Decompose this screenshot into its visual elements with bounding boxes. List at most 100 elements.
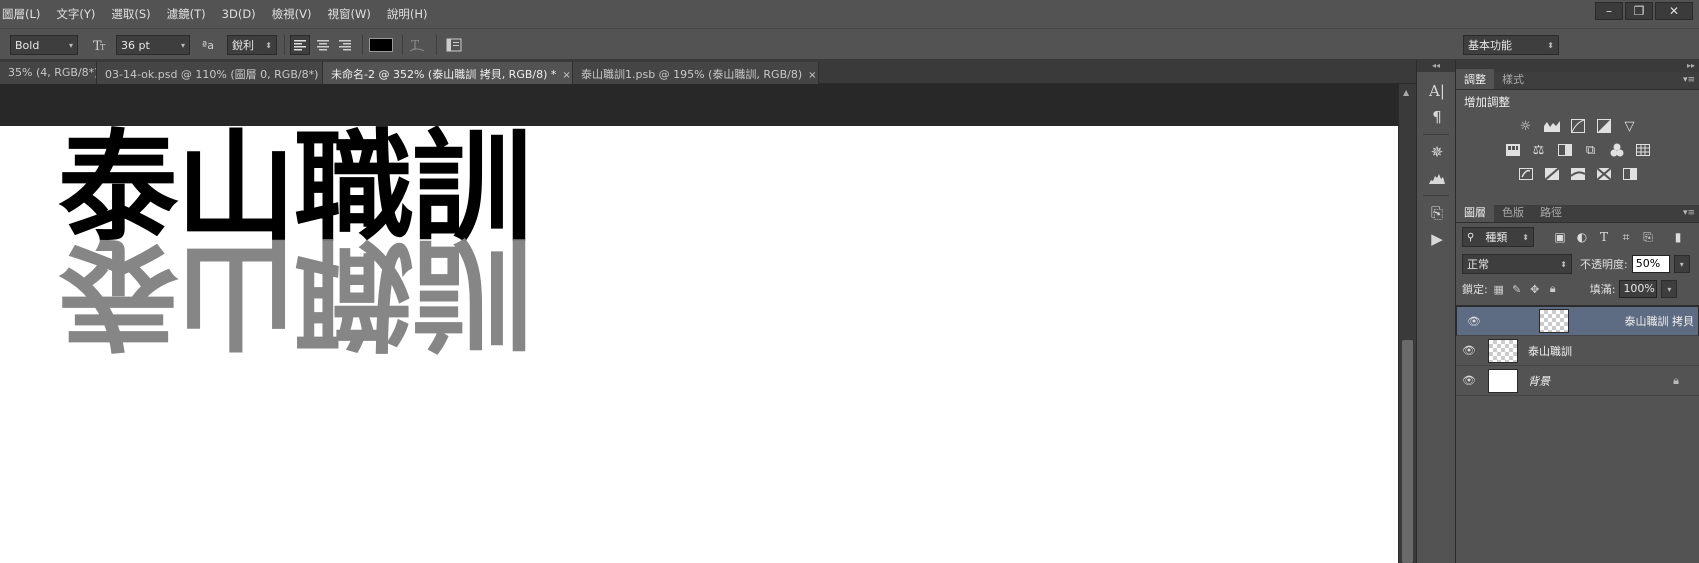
tab-paths[interactable]: 路徑 <box>1532 202 1570 222</box>
document-canvas[interactable]: 泰山職訓 泰山職訓 <box>0 126 1398 563</box>
character-icon[interactable]: A| <box>1417 78 1457 104</box>
workspace-select[interactable]: 基本功能 ⬍ <box>1463 35 1559 55</box>
layer-row[interactable]: 👁︎ 泰山職訓 拷貝 <box>1456 306 1699 336</box>
menu-view[interactable]: 檢視(V) <box>264 6 320 22</box>
updown-caret-icon: ⬍ <box>265 40 272 50</box>
menu-help[interactable]: 說明(H) <box>379 6 436 22</box>
lock-position-icon[interactable]: ✥ <box>1528 282 1542 296</box>
photo-filter-icon[interactable]: ⧉ <box>1582 142 1600 158</box>
eye-icon[interactable]: 👁︎ <box>1456 344 1482 357</box>
lock-paint-icon[interactable]: ✎ <box>1510 282 1524 296</box>
divider <box>436 35 437 55</box>
close-icon[interactable]: × <box>808 70 816 81</box>
menu-window[interactable]: 視窗(W) <box>320 6 379 22</box>
navigator-icon[interactable]: ✵ <box>1417 139 1457 165</box>
layer-name[interactable]: 泰山職訓 <box>1528 343 1572 359</box>
lock-all-icon[interactable]: 🔒︎ <box>1546 282 1560 296</box>
tab-layers[interactable]: 圖層 <box>1456 202 1494 222</box>
tab-styles[interactable]: 樣式 <box>1494 69 1532 89</box>
channel-mixer-icon[interactable] <box>1608 142 1626 158</box>
color-lookup-icon[interactable] <box>1634 142 1652 158</box>
warp-text-icon[interactable]: T <box>407 35 427 55</box>
updown-caret-icon: ⬍ <box>1547 40 1554 50</box>
eye-icon[interactable]: 👁︎ <box>1461 315 1487 328</box>
opacity-dropdown-icon[interactable]: ▾ <box>1673 255 1690 273</box>
menu-bar: 圖層(L) 文字(Y) 選取(S) 濾鏡(T) 3D(D) 檢視(V) 視窗(W… <box>0 0 1699 28</box>
align-left-icon[interactable] <box>290 35 310 55</box>
tab-channels[interactable]: 色版 <box>1494 202 1532 222</box>
actions-play-icon[interactable]: ▶ <box>1417 226 1457 252</box>
selective-color-icon[interactable] <box>1595 166 1613 182</box>
dock-collapse-icon[interactable]: ◂◂ <box>1417 60 1455 72</box>
panel-menu-icon[interactable]: ▾≡ <box>1683 208 1695 218</box>
vibrance-icon[interactable]: ▽ <box>1621 118 1639 134</box>
filter-toggle-icon[interactable]: ▮ <box>1670 229 1686 245</box>
svg-text:T: T <box>100 43 106 52</box>
close-icon[interactable]: × <box>562 70 570 81</box>
history-icon[interactable]: ⎘ <box>1417 200 1457 226</box>
text-color-swatch[interactable] <box>369 38 393 52</box>
font-size-select[interactable]: 36 pt ▾ <box>116 35 190 55</box>
hue-saturation-icon[interactable] <box>1504 142 1522 158</box>
layer-row[interactable]: 👁︎ 背景 🔒︎ <box>1456 366 1699 396</box>
blend-mode-select[interactable]: 正常 ⬍ <box>1462 254 1572 274</box>
antialias-select[interactable]: 銳利 ⬍ <box>227 35 277 55</box>
panel-menu-icon[interactable]: ▾≡ <box>1683 75 1695 85</box>
eye-icon[interactable]: 👁︎ <box>1456 374 1482 387</box>
adjustment-layer-filter-icon[interactable]: ◐ <box>1574 229 1590 245</box>
fill-input[interactable]: 100% <box>1619 280 1658 298</box>
align-center-icon[interactable] <box>313 35 333 55</box>
vertical-scrollbar[interactable]: ▲ <box>1398 84 1416 563</box>
lock-fill-row: 鎖定: ▦ ✎ ✥ 🔒︎ 填滿: 100% ▾ <box>1456 277 1699 301</box>
histogram-icon[interactable] <box>1417 165 1457 191</box>
minimize-button[interactable]: – <box>1595 2 1623 20</box>
gradient-map-icon[interactable] <box>1621 166 1639 182</box>
tab-doc-1[interactable]: 35% (4, RGB/8*)× <box>0 62 97 84</box>
tab-adjustments[interactable]: 調整 <box>1456 69 1494 89</box>
black-white-icon[interactable] <box>1556 142 1574 158</box>
menu-3d[interactable]: 3D(D) <box>214 7 264 21</box>
layer-name[interactable]: 背景 <box>1528 373 1550 389</box>
fill-label: 填滿: <box>1589 283 1616 296</box>
menu-select[interactable]: 選取(S) <box>103 6 158 22</box>
levels-icon[interactable] <box>1543 118 1561 134</box>
layer-row[interactable]: 👁︎ 泰山職訓 <box>1456 336 1699 366</box>
restore-button[interactable]: ❐ <box>1625 2 1653 20</box>
collapsed-panel-dock: ◂◂ A| ¶ ✵ ⎘ ▶ <box>1416 60 1456 563</box>
smart-object-filter-icon[interactable]: ⎘ <box>1640 229 1656 245</box>
lock-transparent-icon[interactable]: ▦ <box>1492 282 1506 296</box>
canvas-area[interactable]: 泰山職訓 泰山職訓 <box>0 84 1398 563</box>
curves-icon[interactable] <box>1569 118 1587 134</box>
layer-thumbnail <box>1538 309 1569 333</box>
opacity-input[interactable]: 50% <box>1631 255 1670 273</box>
fill-dropdown-icon[interactable]: ▾ <box>1661 280 1678 298</box>
align-right-icon[interactable] <box>335 35 355 55</box>
invert-icon[interactable] <box>1517 166 1535 182</box>
tab-doc-3-active[interactable]: 未命名-2 @ 352% (泰山職訓 拷貝, RGB/8) * × <box>323 62 573 84</box>
character-panel-icon[interactable] <box>444 35 464 55</box>
exposure-icon[interactable] <box>1595 118 1613 134</box>
paragraph-icon[interactable]: ¶ <box>1417 104 1457 130</box>
threshold-icon[interactable] <box>1569 166 1587 182</box>
tab-doc-2[interactable]: 03-14-ok.psd @ 110% (圖層 0, RGB/8*)× <box>97 62 323 84</box>
layer-filter-select[interactable]: ⚲ 種類 ⬍ <box>1462 227 1534 247</box>
font-style-select[interactable]: Bold ▾ <box>10 35 78 55</box>
layer-name[interactable]: 泰山職訓 拷貝 <box>1625 313 1695 329</box>
canvas-text-reflection[interactable]: 泰山職訓 <box>58 222 530 361</box>
menu-filter[interactable]: 濾鏡(T) <box>159 6 214 22</box>
shape-layer-filter-icon[interactable]: ⌗ <box>1618 229 1634 245</box>
brightness-contrast-icon[interactable]: ☼ <box>1517 118 1535 134</box>
menu-layer[interactable]: 圖層(L) <box>0 6 48 22</box>
posterize-icon[interactable] <box>1543 166 1561 182</box>
tab-doc-4[interactable]: 泰山職訓1.psb @ 195% (泰山職訓, RGB/8) × <box>573 62 819 84</box>
menu-type[interactable]: 文字(Y) <box>48 6 103 22</box>
close-button[interactable]: ✕ <box>1655 2 1693 20</box>
layers-panel: 圖層 色版 路徑 ▾≡ ⚲ 種類 ⬍ ▣ ◐ T ⌗ ⎘ ▮ 正常 ⬍ 不透明度: 5… <box>1456 202 1699 396</box>
type-layer-filter-icon[interactable]: T <box>1596 229 1612 245</box>
scrollbar-thumb[interactable] <box>1402 340 1413 563</box>
divider <box>362 35 363 55</box>
divider <box>1423 134 1449 135</box>
color-balance-icon[interactable]: ⚖ <box>1530 142 1548 158</box>
scroll-up-icon[interactable]: ▲ <box>1403 88 1409 97</box>
pixel-layer-filter-icon[interactable]: ▣ <box>1552 229 1568 245</box>
